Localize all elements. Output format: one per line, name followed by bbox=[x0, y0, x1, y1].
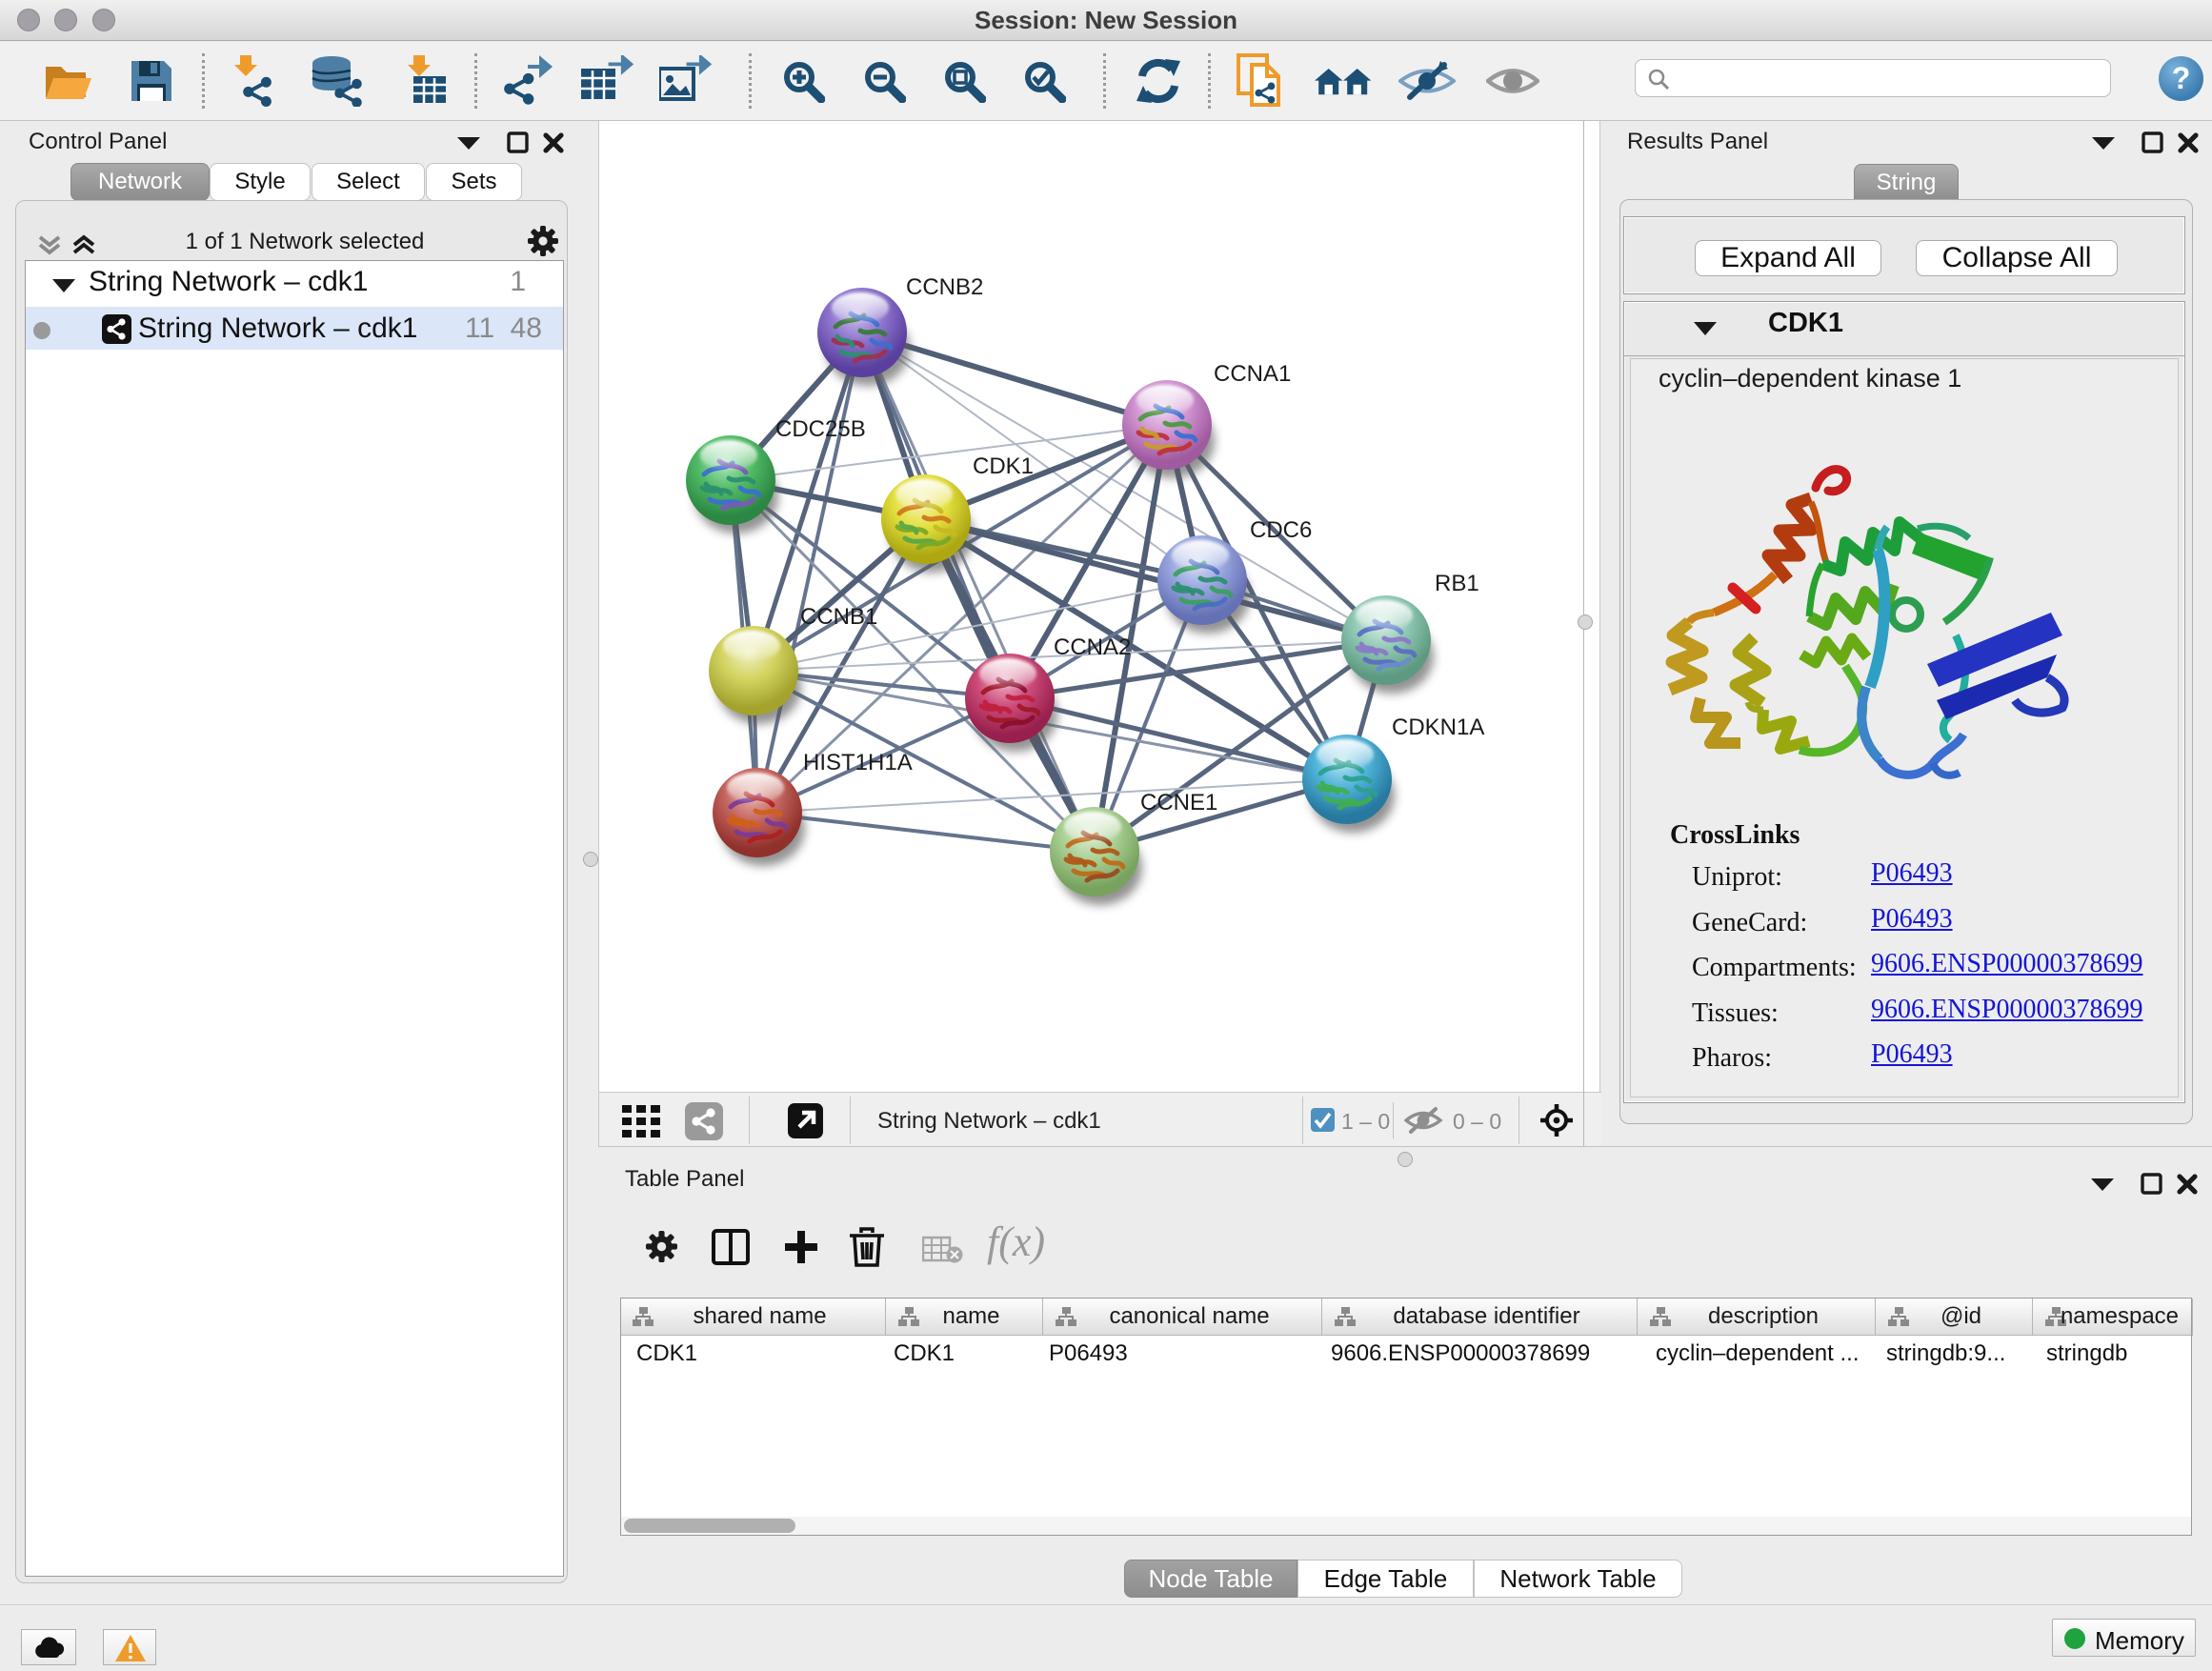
svg-text:HIST1H1A: HIST1H1A bbox=[803, 750, 913, 775]
svg-text:CDC25B: CDC25B bbox=[775, 416, 866, 442]
svg-text:RB1: RB1 bbox=[1435, 571, 1479, 596]
svg-text:CCNB1: CCNB1 bbox=[800, 604, 877, 630]
svg-text:CDC6: CDC6 bbox=[1250, 517, 1312, 543]
svg-text:CCNA2: CCNA2 bbox=[1054, 634, 1131, 660]
svg-text:CCNE1: CCNE1 bbox=[1140, 790, 1217, 815]
svg-text:CCNA1: CCNA1 bbox=[1214, 361, 1291, 387]
svg-text:CCNB2: CCNB2 bbox=[906, 274, 983, 300]
svg-text:CDK1: CDK1 bbox=[973, 453, 1034, 479]
svg-text:CDKN1A: CDKN1A bbox=[1392, 715, 1484, 740]
